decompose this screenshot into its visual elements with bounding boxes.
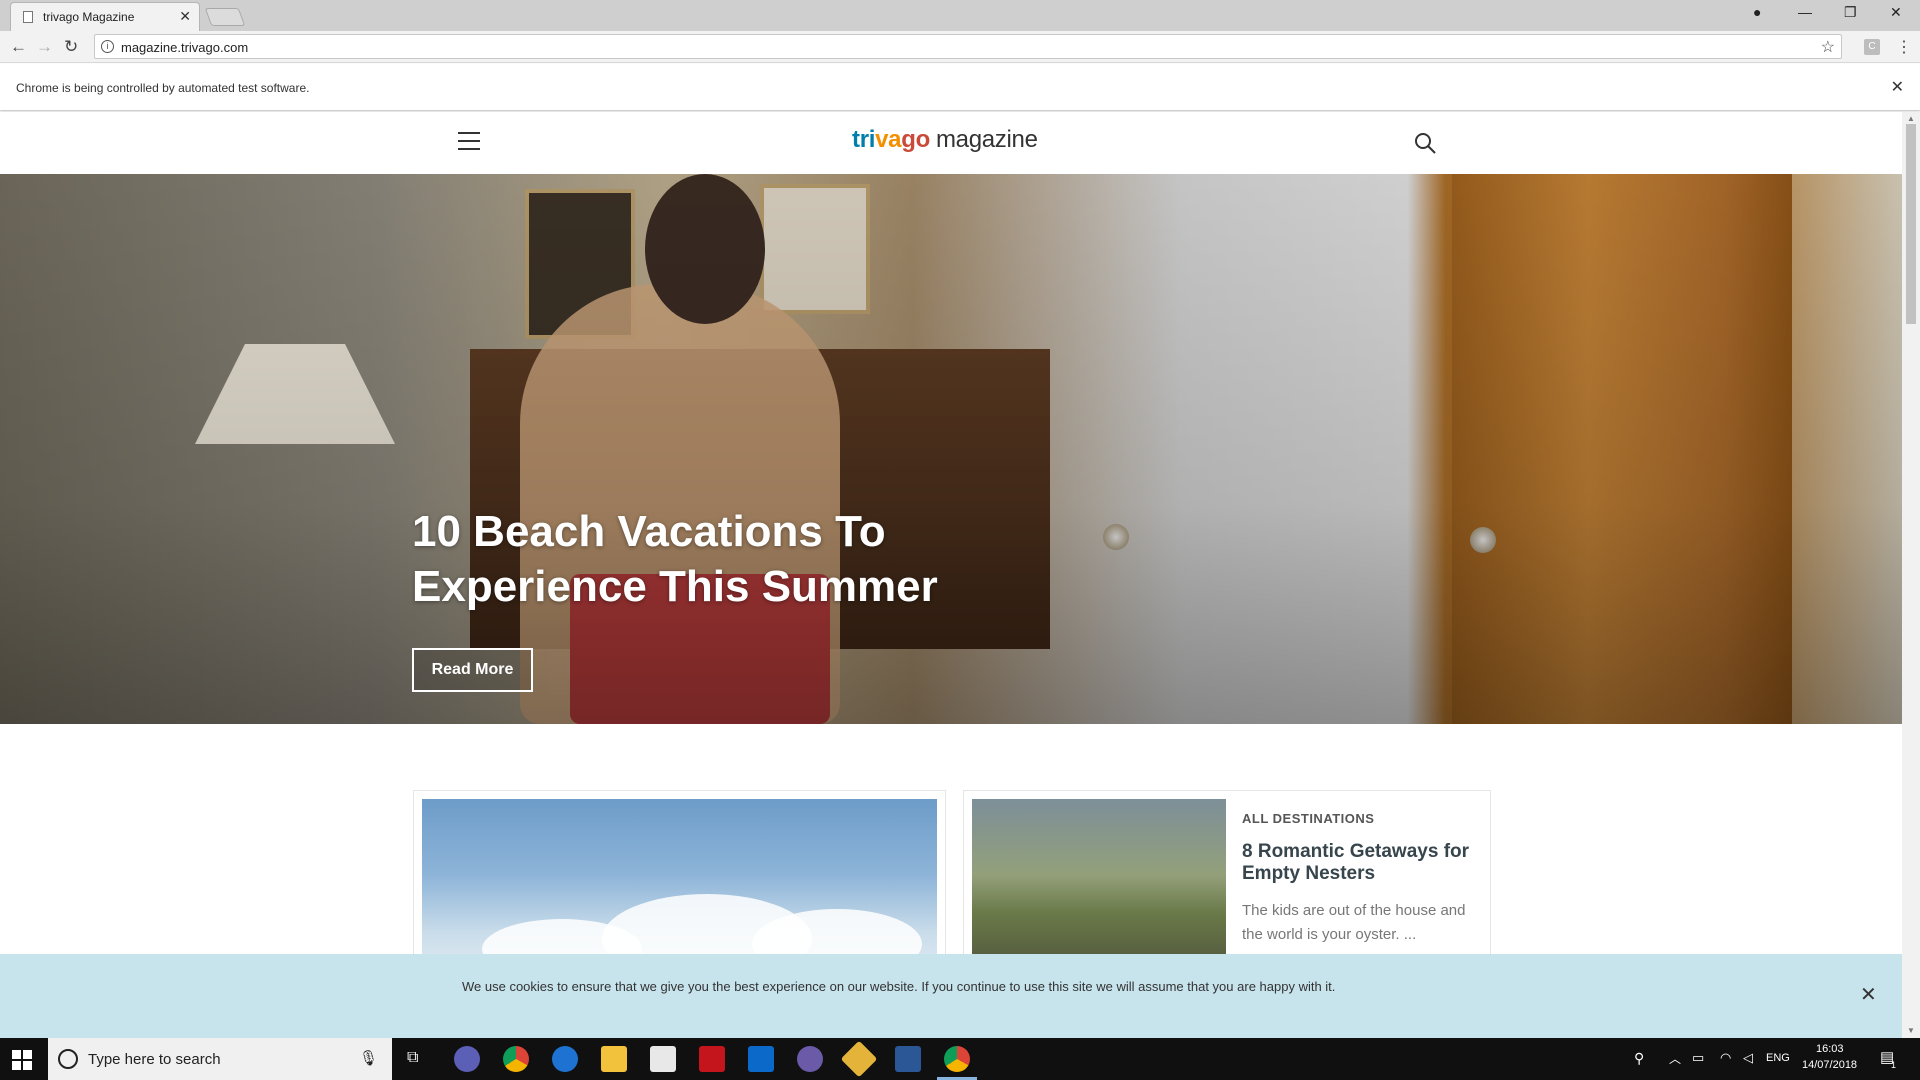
- article-title[interactable]: 8 Romantic Getaways for Empty Nesters: [1242, 841, 1472, 885]
- page-viewport: trivago magazine 10 Beach Vacations To Ex…: [0, 112, 1902, 1038]
- chrome-icon[interactable]: [503, 1046, 529, 1072]
- cortana-icon: [58, 1049, 78, 1069]
- infobar-close-icon[interactable]: ✕: [1891, 77, 1904, 97]
- notification-count: 1: [1891, 1060, 1897, 1070]
- eclipse-icon[interactable]: [454, 1046, 480, 1072]
- store-icon[interactable]: [650, 1046, 676, 1072]
- back-icon[interactable]: ←: [10, 37, 27, 57]
- automation-infobar: Chrome is being controlled by automated …: [0, 64, 1920, 111]
- acrobat-icon[interactable]: [699, 1046, 725, 1072]
- windows-start-icon[interactable]: [12, 1050, 32, 1070]
- url-text[interactable]: magazine.trivago.com: [121, 40, 248, 55]
- scroll-down-icon[interactable]: ▼: [1907, 1026, 1915, 1035]
- chrome-active-icon[interactable]: [944, 1046, 970, 1072]
- taskbar-search-placeholder[interactable]: Type here to search: [88, 1051, 221, 1068]
- restore-button[interactable]: ❐: [1844, 4, 1857, 21]
- trivago-magazine-logo[interactable]: trivago magazine: [852, 126, 1038, 154]
- edge-icon[interactable]: [552, 1046, 578, 1072]
- site-info-icon[interactable]: i: [101, 40, 114, 53]
- outlook-icon[interactable]: [748, 1046, 774, 1072]
- hero-banner: 10 Beach Vacations To Experience This Su…: [0, 174, 1902, 724]
- taskbar-search-box[interactable]: Type here to search 🎙: [48, 1038, 392, 1080]
- site-header: trivago magazine: [0, 112, 1902, 174]
- minimize-button[interactable]: —: [1798, 4, 1812, 20]
- word-icon[interactable]: [895, 1046, 921, 1072]
- cookie-message: We use cookies to ensure that we give yo…: [462, 979, 1336, 994]
- browser-toolbar: ← → ↻ i magazine.trivago.com ☆ C ⋮: [0, 31, 1920, 63]
- profile-icon[interactable]: ●: [1753, 4, 1761, 20]
- browser-tab[interactable]: trivago Magazine ✕: [10, 2, 200, 31]
- volume-icon[interactable]: ◁: [1743, 1050, 1753, 1066]
- extension-icon[interactable]: C: [1864, 39, 1880, 55]
- read-more-button[interactable]: Read More: [412, 648, 533, 692]
- wifi-icon[interactable]: ◠: [1720, 1050, 1731, 1066]
- hero-title[interactable]: 10 Beach Vacations To Experience This Su…: [412, 504, 1032, 614]
- search-icon[interactable]: [1413, 131, 1437, 155]
- eclipse-2-icon[interactable]: [797, 1046, 823, 1072]
- address-bar[interactable]: i magazine.trivago.com ☆: [94, 34, 1842, 59]
- tab-title: trivago Magazine: [43, 10, 135, 24]
- language-indicator[interactable]: ENG: [1766, 1052, 1790, 1064]
- reload-icon[interactable]: ↻: [64, 37, 78, 57]
- infobar-message: Chrome is being controlled by automated …: [16, 81, 310, 95]
- task-view-icon[interactable]: ⧉: [407, 1049, 418, 1067]
- article-category[interactable]: ALL DESTINATIONS: [1242, 811, 1374, 826]
- windows-taskbar: Type here to search 🎙 ⧉ ⚲ ︿ ▭ ◠ ◁ ENG 16…: [0, 1038, 1920, 1080]
- file-explorer-icon[interactable]: [601, 1046, 627, 1072]
- battery-icon[interactable]: ▭: [1692, 1050, 1704, 1066]
- article-excerpt: The kids are out of the house and the wo…: [1242, 902, 1466, 943]
- clock-date[interactable]: 14/07/2018: [1802, 1059, 1857, 1071]
- browser-titlebar: trivago Magazine ✕ ● — ❐ ✕: [0, 0, 1920, 31]
- scroll-up-icon[interactable]: ▲: [1907, 114, 1915, 123]
- new-tab-button[interactable]: [204, 8, 246, 26]
- forward-icon[interactable]: →: [36, 37, 53, 57]
- chrome-menu-icon[interactable]: ⋮: [1896, 37, 1912, 57]
- close-window-button[interactable]: ✕: [1890, 4, 1902, 21]
- cookie-close-icon[interactable]: ✕: [1860, 982, 1877, 1007]
- people-icon[interactable]: ⚲: [1634, 1050, 1644, 1067]
- hero-overlay: [0, 174, 1902, 724]
- page-scrollbar[interactable]: ▲ ▼: [1902, 112, 1920, 1038]
- show-hidden-icons-icon[interactable]: ︿: [1669, 1050, 1681, 1067]
- git-icon[interactable]: [840, 1040, 878, 1078]
- menu-hamburger-icon[interactable]: [458, 132, 482, 152]
- clock-time[interactable]: 16:03: [1816, 1043, 1844, 1055]
- page-favicon-icon: [23, 11, 33, 23]
- cookie-banner: We use cookies to ensure that we give yo…: [0, 954, 1902, 1038]
- tab-close-icon[interactable]: ✕: [179, 8, 191, 25]
- scrollbar-thumb[interactable]: [1906, 124, 1916, 324]
- microphone-icon[interactable]: 🎙: [359, 1049, 378, 1067]
- bookmark-star-icon[interactable]: ☆: [1821, 37, 1835, 57]
